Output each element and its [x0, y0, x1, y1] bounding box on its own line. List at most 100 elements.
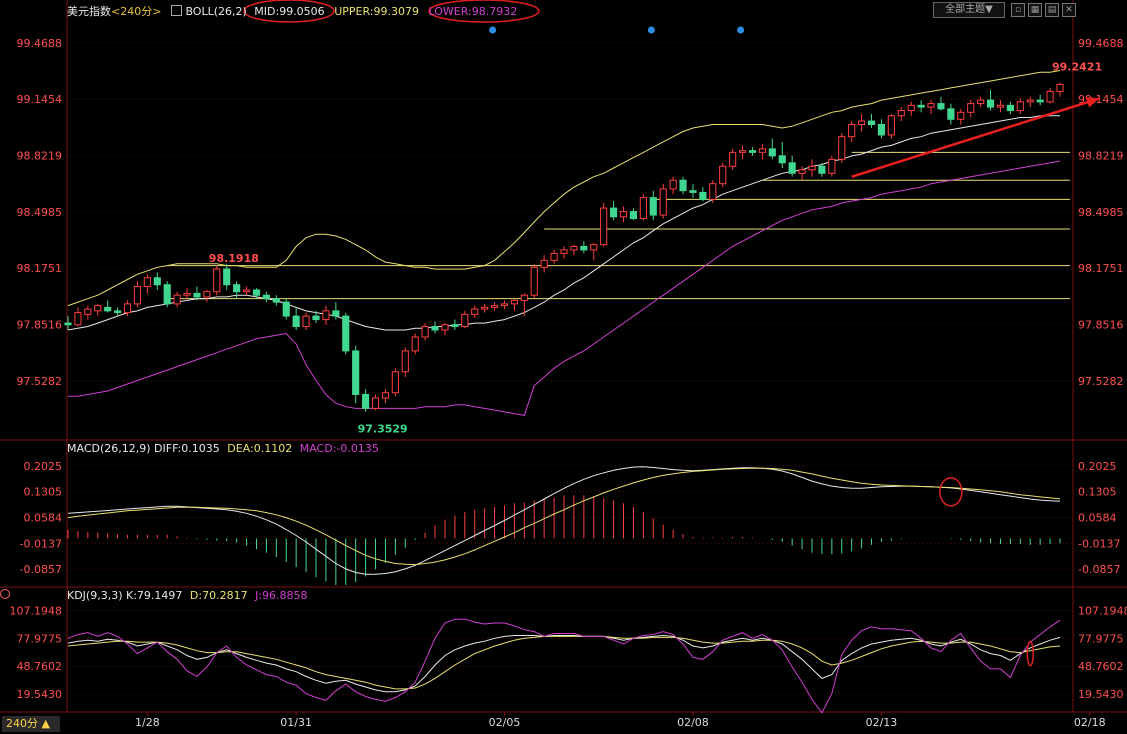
- candle-body: [451, 324, 459, 328]
- candle-body: [867, 120, 876, 126]
- candle-body: [272, 298, 280, 303]
- candle-body: [530, 266, 538, 296]
- y-tick-label-right: 0.1305: [1078, 486, 1117, 499]
- candle-body: [1026, 99, 1034, 103]
- y-tick-label-left: 98.8219: [17, 150, 63, 163]
- candle-body: [927, 103, 935, 108]
- theme-selector-button[interactable]: 全部主题▼: [933, 2, 1005, 18]
- candle-body: [560, 249, 568, 254]
- candle-body: [233, 284, 241, 293]
- candle-body: [659, 188, 667, 216]
- x-tick-label: 02/18: [1074, 716, 1106, 729]
- kdj-j-value: J:96.8858: [255, 589, 308, 602]
- candle-body: [639, 197, 647, 220]
- candle-body: [292, 315, 300, 328]
- candle-body: [203, 291, 211, 298]
- candle-body: [818, 165, 826, 174]
- macd-header: MACD(26,12,9) DIFF:0.1035 DEA:0.1102 MAC…: [67, 442, 379, 455]
- candle-body: [689, 190, 697, 193]
- candle-body: [788, 162, 796, 174]
- layout-icon[interactable]: ▤: [1045, 3, 1059, 17]
- y-tick-label-right: 98.4985: [1078, 206, 1124, 219]
- indicator-marker-icon: [0, 589, 10, 599]
- candle-body: [500, 303, 509, 307]
- candle-body: [1016, 101, 1024, 112]
- candle-body: [401, 350, 409, 373]
- candle-body: [828, 158, 836, 174]
- candle-body: [887, 115, 895, 136]
- boll-label: BOLL(26,2): [185, 5, 247, 18]
- candle-body: [362, 393, 370, 409]
- candle-body: [897, 110, 905, 117]
- candle-body: [738, 150, 747, 153]
- candle-body: [699, 191, 707, 200]
- candle-body: [262, 294, 270, 300]
- y-tick-label-right: 97.8516: [1078, 319, 1124, 332]
- boll-lower-value: LOWER:98.7932: [428, 5, 518, 18]
- candle-body: [173, 294, 181, 305]
- candle-body: [590, 244, 598, 251]
- candle-body: [94, 305, 102, 312]
- candle-body: [967, 103, 975, 113]
- candle-body: [133, 285, 142, 305]
- candle-body: [729, 151, 737, 167]
- candle-body: [520, 294, 528, 301]
- candle-body: [163, 284, 171, 305]
- macd-diff-value: DIFF:0.1035: [154, 442, 220, 455]
- price-annotation: 98.1918: [209, 252, 259, 265]
- y-tick-label-left: 107.1948: [10, 604, 63, 617]
- minimize-icon[interactable]: ▫: [1011, 3, 1025, 17]
- candle-body: [64, 322, 72, 326]
- y-tick-label-right: 0.2025: [1078, 460, 1117, 473]
- candle-body: [808, 165, 816, 171]
- kdj-k-line: [67, 634, 1061, 693]
- y-tick-label-left: -0.0857: [20, 563, 62, 576]
- candle-body: [461, 313, 469, 328]
- indicator-icon: [170, 5, 182, 16]
- candle-body: [719, 165, 727, 185]
- settings-icon[interactable]: ▦: [1028, 3, 1042, 17]
- symbol-title: 美元指数: [67, 5, 111, 18]
- y-tick-label-right: 99.4688: [1078, 37, 1124, 50]
- candle-body: [748, 150, 757, 153]
- candle-body: [610, 207, 618, 218]
- candle-body: [312, 315, 320, 321]
- candle-body: [996, 104, 1005, 108]
- y-tick-label-right: 48.7602: [1078, 660, 1124, 673]
- kdj-k-value: K:79.1497: [126, 589, 183, 602]
- candle-body: [937, 103, 945, 110]
- candle-body: [223, 268, 231, 286]
- y-tick-label-right: 107.1948: [1078, 604, 1127, 617]
- candle-body: [242, 289, 251, 293]
- candle-body: [441, 324, 449, 331]
- signal-dot: [647, 26, 655, 34]
- period-tag: <240分>: [111, 5, 162, 18]
- main-chart-header: 美元指数<240分> BOLL(26,2) MID:99.0506 UPPER:…: [67, 3, 517, 19]
- candle-body: [74, 312, 82, 326]
- candle-body: [917, 104, 925, 108]
- candle-body: [421, 326, 429, 338]
- y-tick-label-left: 99.1454: [17, 93, 63, 106]
- forex-chart[interactable]: 99.4688 99.468899.1454 99.145498.8219 98.82…: [0, 0, 1127, 734]
- candle-body: [342, 315, 350, 352]
- candle-body: [570, 245, 578, 251]
- candle-body: [510, 299, 518, 305]
- y-tick-label-left: 99.4688: [17, 37, 63, 50]
- period-selector-button[interactable]: 240分 ▲: [2, 716, 60, 732]
- y-tick-label-left: -0.0137: [20, 537, 62, 550]
- candle-body: [907, 104, 915, 112]
- y-tick-label-left: 97.5282: [17, 375, 63, 388]
- candle-body: [153, 277, 161, 286]
- y-tick-label-right: 98.1751: [1078, 262, 1124, 275]
- macd-label: MACD(26,12,9): [67, 442, 151, 455]
- candle-body: [322, 310, 330, 321]
- close-icon[interactable]: ✕: [1062, 3, 1076, 17]
- y-tick-label-left: 0.0584: [24, 511, 63, 524]
- x-tick-label: 01/31: [280, 716, 312, 729]
- candle-body: [600, 207, 608, 246]
- candle-body: [352, 350, 360, 395]
- candle-body: [252, 289, 261, 296]
- macd-hist-value: MACD:-0.0135: [299, 442, 379, 455]
- kdj-label: KDJ(9,3,3): [67, 589, 123, 602]
- y-tick-label-right: 77.9775: [1078, 632, 1124, 645]
